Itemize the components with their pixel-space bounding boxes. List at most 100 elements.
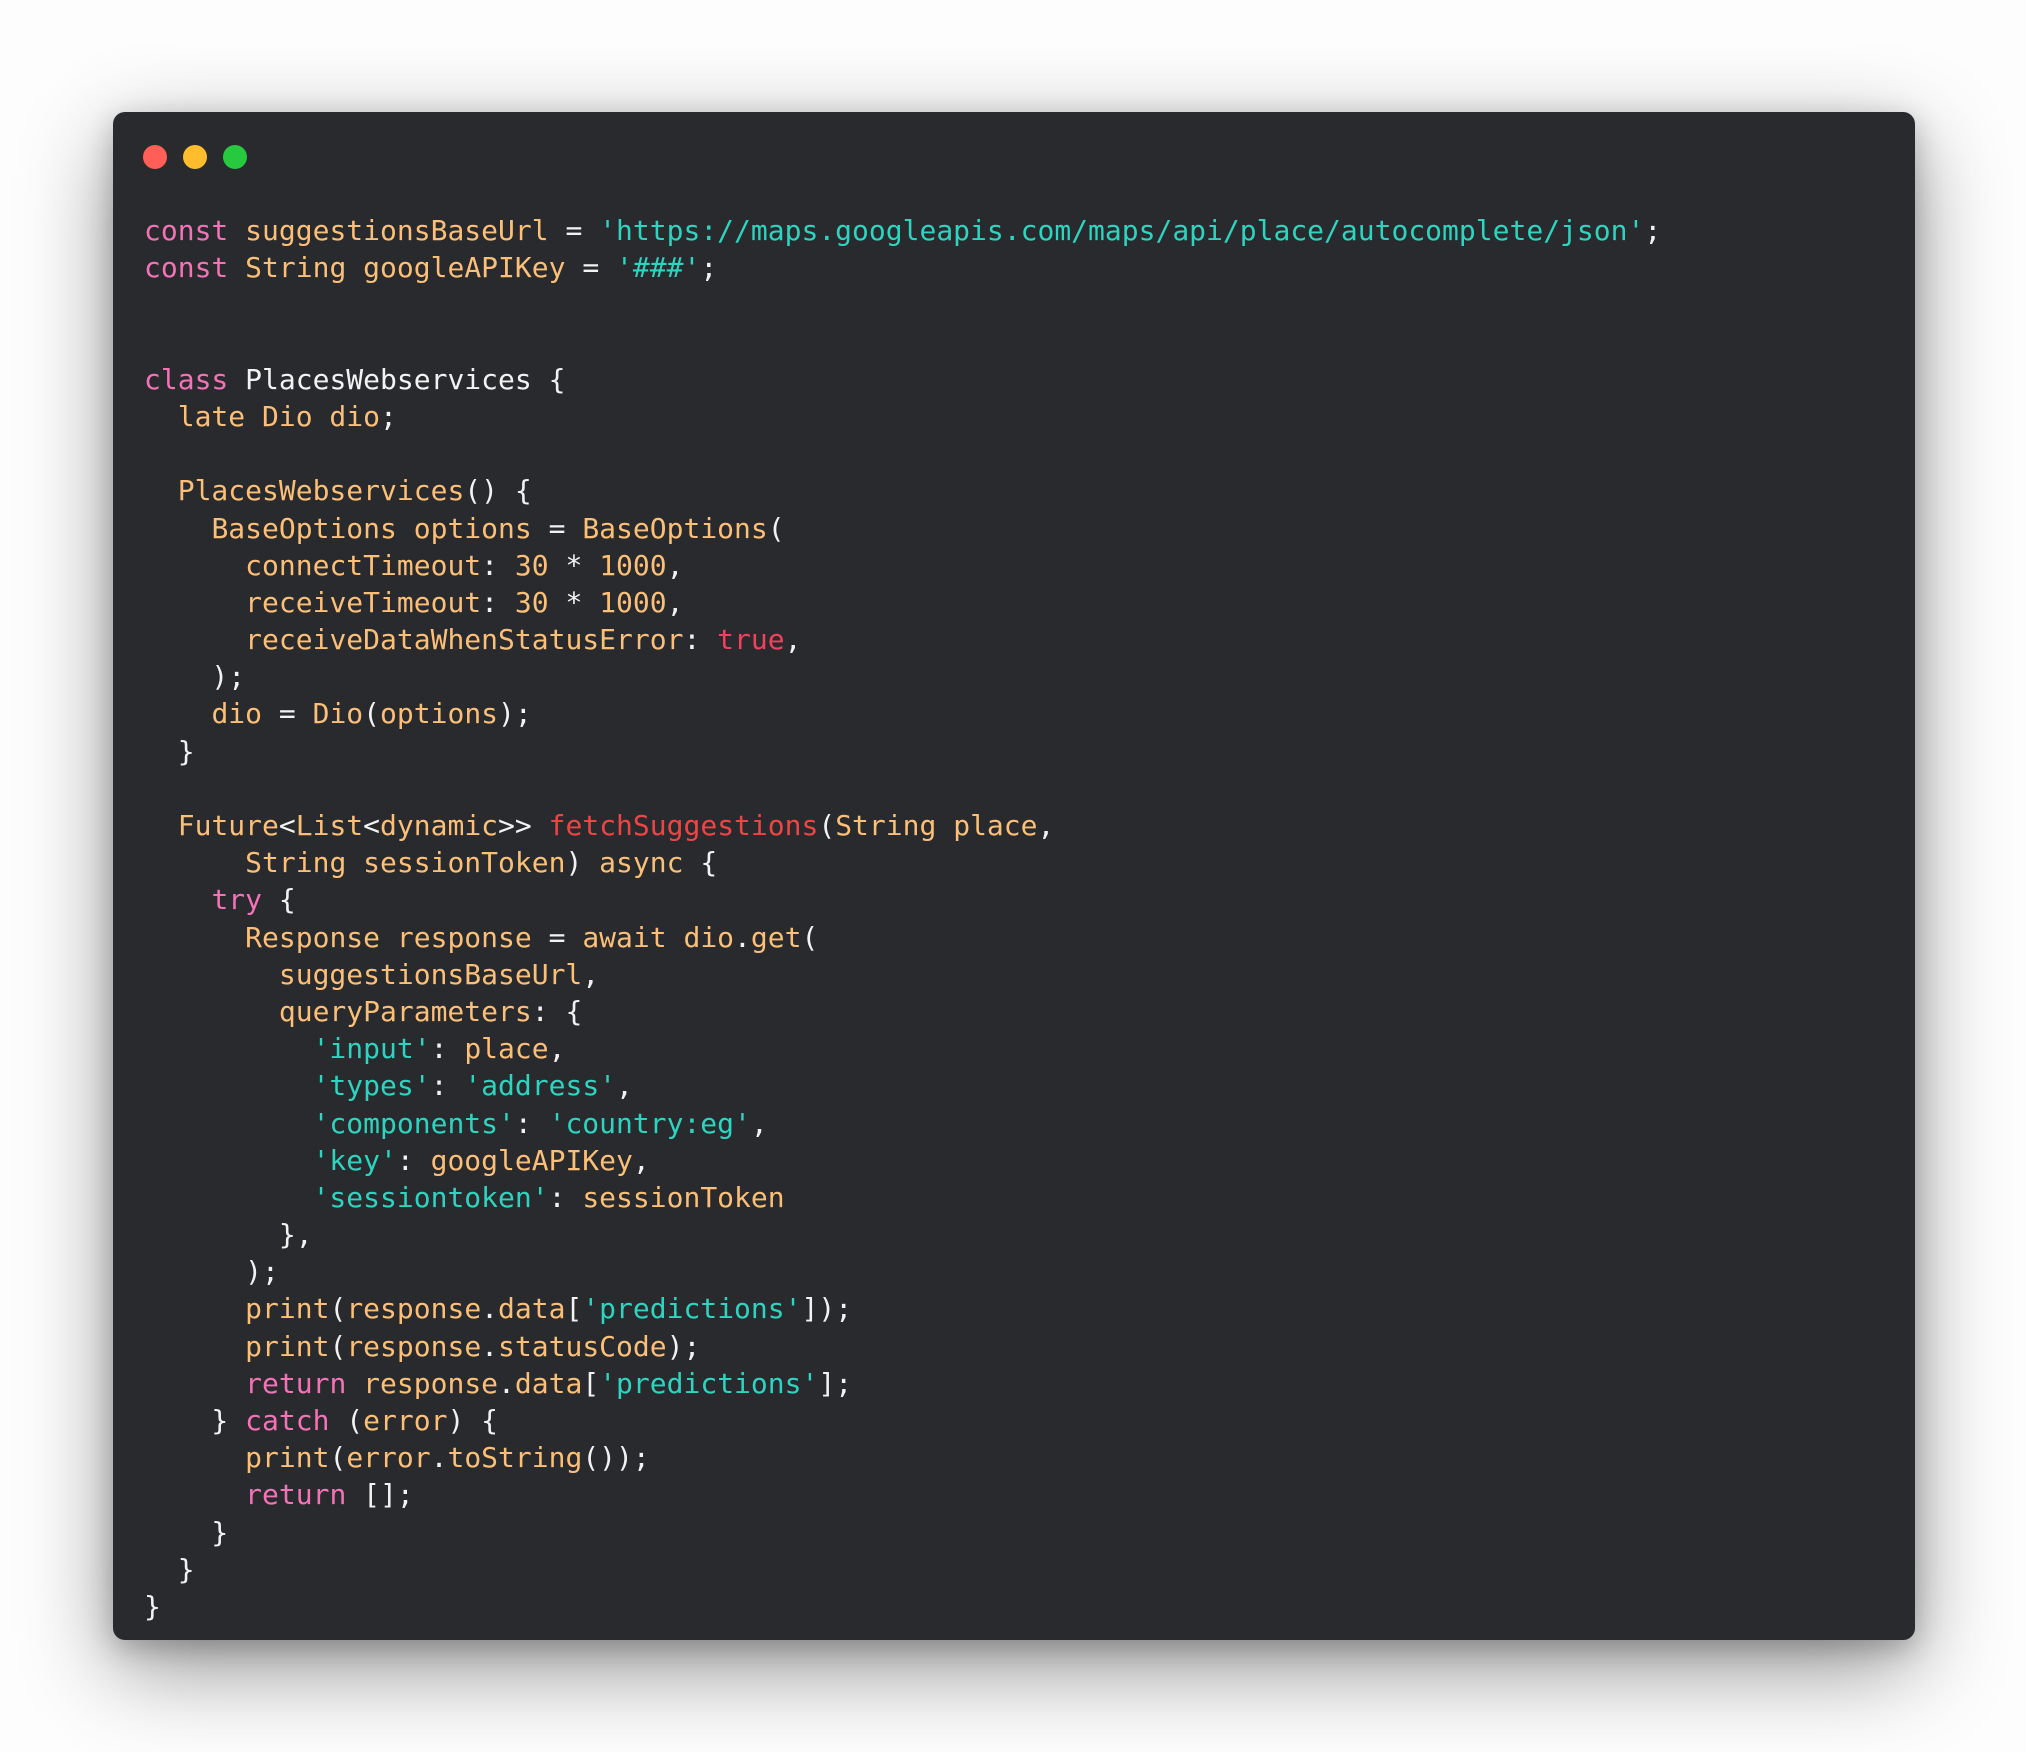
code-line: String sessionToken) async { xyxy=(144,844,1661,881)
code-punctuation: , xyxy=(784,623,802,657)
code-punctuation: { xyxy=(262,883,296,917)
code-punctuation xyxy=(144,1292,245,1325)
close-window-dot[interactable] xyxy=(143,145,167,169)
code-keyword: try xyxy=(211,883,263,917)
code-identifier: sessionToken xyxy=(582,1180,785,1214)
code-punctuation xyxy=(346,251,363,284)
code-punctuation: ( xyxy=(329,1404,364,1437)
code-identifier: queryParameters xyxy=(278,994,532,1028)
code-punctuation: [ xyxy=(582,1366,600,1400)
code-identifier: PlacesWebservices xyxy=(177,474,465,508)
code-punctuation: : { xyxy=(531,994,583,1028)
code-punctuation: < xyxy=(363,809,381,842)
code-line: ); xyxy=(144,658,1661,695)
maximize-window-dot[interactable] xyxy=(223,145,247,169)
code-string: 'input' xyxy=(312,1032,431,1066)
code-identifier: print xyxy=(245,1329,330,1363)
code-punctuation: ; xyxy=(1644,214,1662,247)
code-identifier: response xyxy=(346,1292,482,1326)
code-punctuation: . xyxy=(481,1292,499,1326)
code-punctuation: { xyxy=(683,846,718,880)
code-punctuation: ) xyxy=(565,846,600,880)
code-punctuation: ; xyxy=(380,399,397,433)
code-identifier: receiveTimeout xyxy=(245,585,482,619)
code-punctuation xyxy=(346,1367,363,1400)
code-punctuation: , xyxy=(616,1069,633,1103)
code-keyword: class xyxy=(144,362,229,396)
code-line: const suggestionsBaseUrl = 'https://maps… xyxy=(144,212,1661,249)
code-line: 'sessiontoken': sessionToken xyxy=(144,1179,1661,1216)
code-line: dio = Dio(options); xyxy=(144,695,1661,732)
code-punctuation xyxy=(144,586,245,619)
code-identifier: error xyxy=(363,1404,448,1437)
code-punctuation: ); xyxy=(144,1255,279,1289)
code-identifier: statusCode xyxy=(498,1329,667,1363)
code-punctuation: . xyxy=(430,1441,448,1475)
code-number: 30 xyxy=(514,585,549,619)
code-punctuation xyxy=(144,1181,313,1214)
code-punctuation: : xyxy=(481,548,515,582)
code-punctuation: ) { xyxy=(447,1404,499,1437)
code-string: '###' xyxy=(616,251,701,285)
code-line: } xyxy=(144,1514,1661,1551)
code-punctuation: } xyxy=(144,1515,229,1549)
code-identifier: String xyxy=(245,251,347,285)
code-identifier: response xyxy=(363,1366,499,1400)
code-punctuation: ]); xyxy=(801,1292,853,1326)
minimize-window-dot[interactable] xyxy=(183,145,207,169)
code-punctuation: < xyxy=(278,809,296,842)
code-punctuation xyxy=(144,995,279,1028)
code-punctuation: : xyxy=(430,1069,465,1103)
code-identifier: Future xyxy=(177,809,279,842)
code-identifier: options xyxy=(380,697,499,731)
code-line: return response.data['predictions']; xyxy=(144,1365,1661,1402)
code-string: 'components' xyxy=(312,1106,515,1140)
code-punctuation: >> xyxy=(498,809,549,842)
code-punctuation: : xyxy=(481,585,515,619)
code-number: 30 xyxy=(514,548,549,582)
code-identifier: BaseOptions xyxy=(582,511,768,545)
code-identifier: connectTimeout xyxy=(245,548,482,582)
code-identifier: late Dio dio xyxy=(177,399,381,433)
code-keyword: catch xyxy=(245,1404,330,1437)
code-punctuation: = xyxy=(531,511,583,545)
code-string: 'types' xyxy=(312,1069,431,1103)
code-line: } xyxy=(144,1551,1661,1588)
code-identifier: String sessionToken xyxy=(245,846,566,880)
code-punctuation: [ xyxy=(565,1292,583,1326)
code-identifier: List xyxy=(295,809,364,842)
code-punctuation: } xyxy=(144,1589,161,1623)
code-identifier: Response response xyxy=(245,920,532,954)
code-identifier: place xyxy=(464,1032,549,1066)
code-identifier: error xyxy=(346,1441,431,1475)
code-line: try { xyxy=(144,881,1661,918)
code-function-name: fetchSuggestions xyxy=(548,809,819,842)
code-punctuation: ); xyxy=(144,660,246,694)
code-string: 'sessiontoken' xyxy=(312,1180,549,1214)
code-punctuation: ( xyxy=(329,1329,347,1363)
code-identifier: String place xyxy=(835,809,1038,842)
code-punctuation: ()); xyxy=(582,1441,650,1475)
code-punctuation: = xyxy=(262,697,313,731)
code-punctuation xyxy=(144,1069,313,1102)
code-punctuation: }, xyxy=(144,1218,313,1252)
code-identifier: data xyxy=(498,1292,566,1326)
code-punctuation: } xyxy=(144,734,195,768)
code-line: ); xyxy=(144,1253,1661,1290)
code-identifier: print xyxy=(245,1441,330,1475)
code-punctuation: . xyxy=(498,1366,515,1400)
code-punctuation: ; xyxy=(700,251,718,285)
code-punctuation: } xyxy=(144,1404,246,1437)
code-punctuation: ); xyxy=(666,1329,701,1363)
code-block: const suggestionsBaseUrl = 'https://maps… xyxy=(144,212,1661,1625)
code-line: print(response.data['predictions']); xyxy=(144,1290,1661,1327)
code-punctuation: } xyxy=(144,1552,195,1586)
code-punctuation: : xyxy=(430,1032,465,1066)
code-punctuation: : xyxy=(683,623,718,657)
code-punctuation: ]; xyxy=(818,1366,853,1400)
code-identifier: suggestionsBaseUrl xyxy=(245,214,549,247)
code-punctuation: ( xyxy=(329,1292,347,1326)
code-punctuation xyxy=(228,251,245,284)
